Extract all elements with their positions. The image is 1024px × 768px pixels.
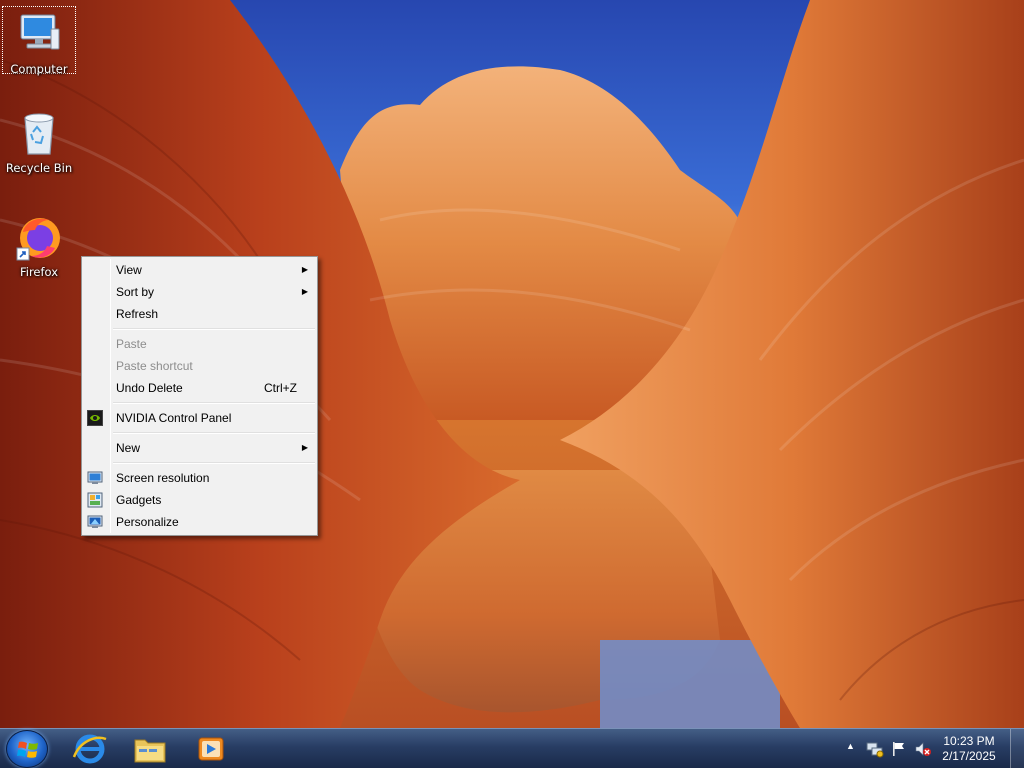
- taskbar-clock[interactable]: 10:23 PM 2/17/2025: [940, 734, 998, 764]
- volume-muted-icon[interactable]: [914, 740, 932, 761]
- network-icon[interactable]: [866, 740, 884, 761]
- clock-time: 10:23 PM: [943, 734, 995, 748]
- taskbar-windows-media-player[interactable]: [183, 731, 239, 767]
- windows-logo-icon: [17, 741, 38, 758]
- menu-item-view[interactable]: View ▶: [82, 259, 317, 281]
- computer-icon: [15, 11, 63, 59]
- menu-item-paste[interactable]: Paste: [82, 333, 317, 355]
- firefox-icon: [15, 214, 63, 262]
- menu-item-shortcut: Ctrl+Z: [264, 381, 297, 395]
- nvidia-icon: [87, 410, 103, 426]
- desktop[interactable]: Computer Recycle Bin Firefox View ▶ Sort…: [0, 0, 1024, 728]
- start-button[interactable]: [6, 730, 48, 768]
- screen-resolution-icon: [87, 470, 103, 486]
- menu-item-label: NVIDIA Control Panel: [116, 411, 232, 425]
- menu-item-label: Refresh: [116, 307, 159, 321]
- show-desktop-button[interactable]: [1010, 729, 1024, 768]
- personalize-icon: [87, 514, 103, 530]
- menu-separator: [82, 399, 317, 407]
- menu-item-label: View: [116, 263, 142, 277]
- menu-item-undo-delete[interactable]: Undo Delete Ctrl+Z: [82, 377, 317, 399]
- clock-date: 2/17/2025: [942, 749, 996, 763]
- taskbar-internet-explorer[interactable]: [62, 731, 118, 767]
- action-center-flag-icon[interactable]: [890, 740, 908, 761]
- desktop-icon-recycle-bin[interactable]: Recycle Bin: [2, 110, 76, 175]
- desktop-icon-label: Recycle Bin: [5, 161, 73, 175]
- menu-item-label: Screen resolution: [116, 471, 210, 485]
- menu-item-label: Paste: [116, 337, 147, 351]
- menu-item-label: Sort by: [116, 285, 155, 299]
- submenu-arrow-icon: ▶: [301, 287, 308, 296]
- media-player-icon: [198, 737, 224, 761]
- internet-explorer-icon: [72, 734, 107, 764]
- menu-item-label: Personalize: [116, 515, 179, 529]
- menu-separator: [82, 325, 317, 333]
- desktop-icon-firefox[interactable]: Firefox: [2, 214, 76, 279]
- taskbar-windows-explorer[interactable]: [122, 731, 178, 767]
- menu-item-refresh[interactable]: Refresh: [82, 303, 317, 325]
- menu-item-paste-shortcut[interactable]: Paste shortcut: [82, 355, 317, 377]
- menu-item-label: Paste shortcut: [116, 359, 193, 373]
- menu-item-new[interactable]: New ▶: [82, 437, 317, 459]
- menu-item-gadgets[interactable]: Gadgets: [82, 489, 317, 511]
- desktop-icon-label: Firefox: [19, 265, 59, 279]
- desktop-icon-label: Computer: [10, 62, 68, 76]
- gadgets-icon: [87, 492, 103, 508]
- system-tray: ▲: [840, 729, 940, 768]
- submenu-arrow-icon: ▶: [301, 265, 308, 274]
- desktop-icon-computer[interactable]: Computer: [2, 6, 76, 76]
- menu-item-label: Undo Delete: [116, 381, 183, 395]
- menu-item-personalize[interactable]: Personalize: [82, 511, 317, 533]
- menu-separator: [82, 459, 317, 467]
- menu-item-sort-by[interactable]: Sort by ▶: [82, 281, 317, 303]
- show-hidden-icons-chevron[interactable]: ▲: [846, 741, 855, 751]
- menu-item-label: New: [116, 441, 141, 455]
- menu-item-nvidia-control-panel[interactable]: NVIDIA Control Panel: [82, 407, 317, 429]
- recycle-bin-icon: [15, 110, 63, 158]
- folder-icon: [134, 739, 166, 763]
- menu-separator: [82, 429, 317, 437]
- taskbar: ▲ 10:23 PM 2/17/2025: [0, 728, 1024, 768]
- submenu-arrow-icon: ▶: [301, 443, 308, 452]
- menu-item-label: Gadgets: [116, 493, 162, 507]
- desktop-context-menu: View ▶ Sort by ▶ Refresh Paste Paste sho…: [81, 256, 318, 536]
- menu-item-screen-resolution[interactable]: Screen resolution: [82, 467, 317, 489]
